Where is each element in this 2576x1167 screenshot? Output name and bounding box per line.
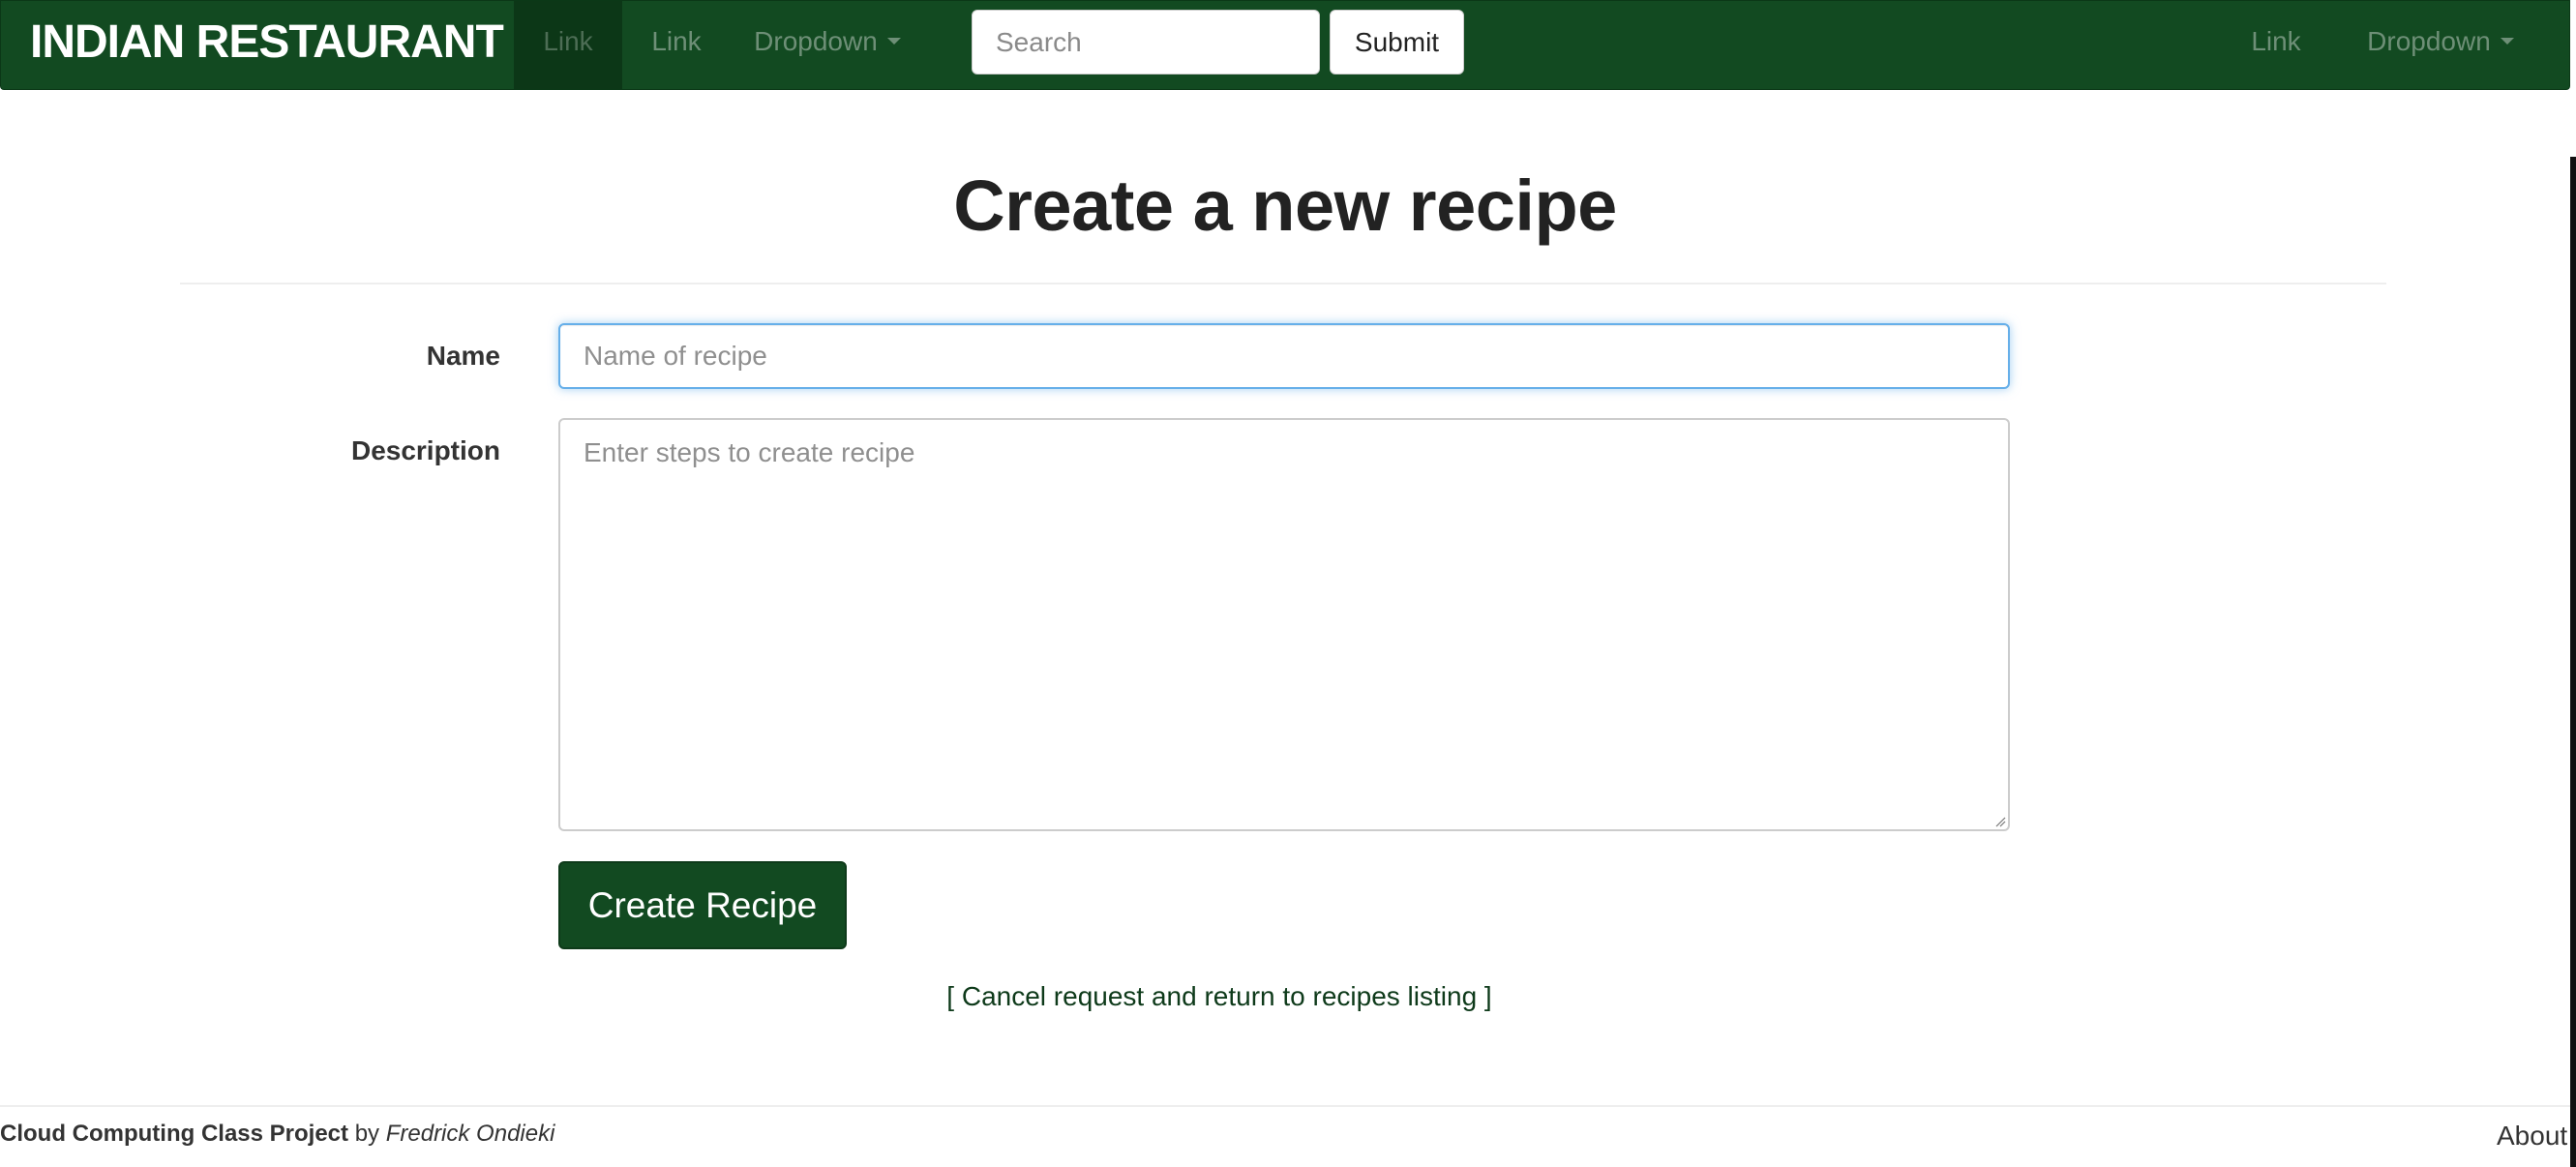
nav-link-2[interactable]: Link [622, 1, 731, 89]
dropdown-label: Dropdown [2367, 26, 2491, 56]
footer-by: by [348, 1121, 386, 1147]
top-navbar: INDIAN RESTAURANT Link Link Dropdown Sub… [0, 0, 2570, 90]
dropdown-label: Dropdown [754, 26, 878, 56]
recipe-description-textarea[interactable] [558, 418, 2010, 831]
search-input[interactable] [972, 10, 1320, 75]
window-edge [2570, 157, 2576, 1167]
nav-dropdown-right[interactable]: Dropdown [2339, 1, 2542, 89]
footer-credits: Cloud Computing Class Project by Fredric… [0, 1121, 554, 1148]
footer-about-link[interactable]: About [2497, 1121, 2567, 1152]
search-submit-button[interactable]: Submit [1330, 10, 1464, 75]
caret-down-icon [886, 38, 901, 45]
description-label: Description [350, 435, 500, 465]
name-label: Name [426, 341, 500, 371]
create-recipe-button[interactable]: Create Recipe [558, 861, 847, 949]
brand-logo-link[interactable]: INDIAN RESTAURANT [30, 1, 504, 84]
recipe-name-input[interactable] [558, 323, 2010, 389]
footer-author: Fredrick Ondieki [385, 1121, 555, 1147]
footer-project: Cloud Computing Class Project [0, 1121, 349, 1147]
nav-link-right[interactable]: Link [2223, 1, 2329, 89]
nav-link-1[interactable]: Link [514, 1, 622, 89]
page-title: Create a new recipe [953, 165, 1617, 246]
footer-divider [0, 1105, 2576, 1107]
cancel-link[interactable]: [ Cancel request and return to recipes l… [0, 981, 2439, 1012]
nav-dropdown-left[interactable]: Dropdown [731, 1, 924, 89]
resize-grip-icon[interactable] [1994, 816, 2006, 827]
caret-down-icon [2500, 38, 2514, 45]
title-divider [180, 283, 2386, 284]
